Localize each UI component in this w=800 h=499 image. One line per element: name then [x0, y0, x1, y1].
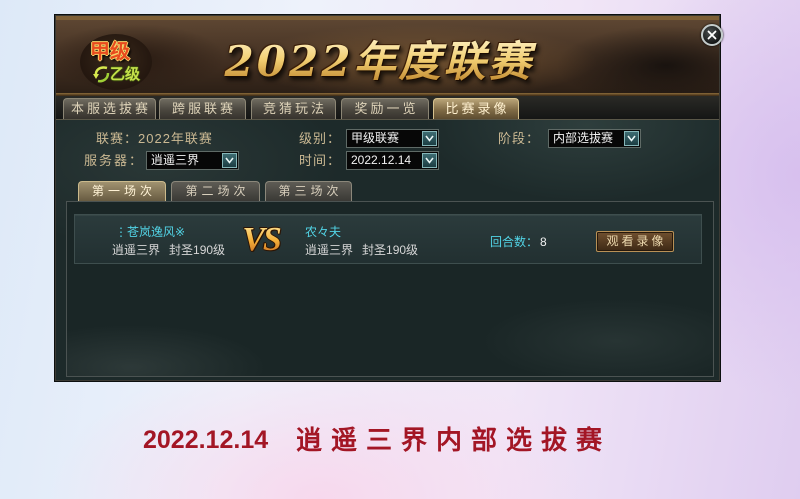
- level-dropdown-toggle[interactable]: [422, 131, 437, 146]
- league-info: 联赛：2022年联赛: [96, 129, 213, 148]
- level-dropdown-value: 甲级联赛: [351, 131, 400, 145]
- match-list: ⋮苍岚逸风※ 逍遥三界 封圣190级 VS 农々夫 逍遥三界 封圣190级 回合数：…: [66, 201, 714, 377]
- round-count-label: 回合数：: [490, 235, 539, 249]
- league-window: 甲级 乙级 2022年度联赛 本服选拔赛 跨服联赛 竞猜玩法 奖励一览 比赛录像…: [55, 15, 723, 381]
- player2-rank: 封圣190级: [362, 243, 419, 257]
- tab-rewards[interactable]: 奖励一览: [341, 98, 429, 119]
- logo-tier-b: 乙级: [110, 66, 141, 83]
- tab-betting[interactable]: 竞猜玩法: [251, 98, 336, 119]
- player2-name: 农々夫: [305, 225, 342, 239]
- vs-emblem: VS: [238, 220, 284, 260]
- level-label: 级别：: [299, 131, 342, 146]
- player1-rank: 封圣190级: [169, 243, 226, 257]
- chevron-down-icon: [425, 157, 434, 164]
- server-dropdown-value: 逍遥三界: [151, 153, 200, 167]
- player2-server: 逍遥三界: [305, 243, 354, 257]
- stage-label: 阶段：: [498, 131, 541, 146]
- round-count-value: 8: [540, 235, 547, 249]
- close-button[interactable]: [701, 24, 723, 46]
- server-dropdown[interactable]: 逍遥三界: [146, 151, 239, 170]
- chevron-down-icon: [627, 135, 636, 142]
- round-count: 回合数： 8: [490, 234, 547, 250]
- chevron-down-icon: [225, 157, 234, 164]
- caption: 2022.12.14 逍遥三界内部选拔赛: [143, 424, 623, 456]
- stage-dropdown-value: 内部选拔赛: [553, 131, 614, 145]
- server-label: 服务器：: [84, 153, 145, 168]
- tab-local-selection[interactable]: 本服选拔赛: [63, 98, 156, 119]
- page-title: 2022年度联赛: [214, 36, 544, 88]
- match-row: ⋮苍岚逸风※ 逍遥三界 封圣190级 VS 农々夫 逍遥三界 封圣190级 回合数：…: [74, 214, 702, 264]
- player2-info: 逍遥三界 封圣190级: [305, 242, 418, 258]
- league-logo: 甲级 乙级: [76, 30, 158, 94]
- level-dropdown[interactable]: 甲级联赛: [346, 129, 439, 148]
- time-dropdown-value: 2022.12.14: [351, 153, 412, 167]
- stage-dropdown[interactable]: 内部选拔赛: [548, 129, 641, 148]
- tab-session-1[interactable]: 第一场次: [78, 181, 166, 201]
- time-dropdown-toggle[interactable]: [422, 153, 437, 168]
- stage-dropdown-toggle[interactable]: [624, 131, 639, 146]
- banner: 甲级 乙级 2022年度联赛: [56, 16, 719, 96]
- logo-tier-a: 甲级: [90, 41, 130, 63]
- tab-cross-server-league[interactable]: 跨服联赛: [159, 98, 246, 119]
- swap-arrow-icon: [92, 64, 112, 84]
- player1-server: 逍遥三界: [112, 243, 161, 257]
- caption-date: 2022.12.14: [143, 426, 269, 454]
- watch-replay-button[interactable]: 观看录像: [596, 231, 674, 252]
- tab-match-replays[interactable]: 比赛录像: [433, 98, 519, 119]
- server-dropdown-toggle[interactable]: [222, 153, 237, 168]
- time-label: 时间：: [299, 153, 342, 168]
- caption-title: 逍遥三界内部选拔赛: [296, 425, 612, 455]
- tab-bar: 本服选拔赛 跨服联赛 竞猜玩法 奖励一览 比赛录像: [56, 96, 719, 120]
- player1-info: 逍遥三界 封圣190级: [112, 242, 225, 258]
- time-dropdown[interactable]: 2022.12.14: [346, 151, 439, 170]
- tab-session-2[interactable]: 第二场次: [171, 181, 260, 201]
- league-value: 2022年联赛: [138, 131, 213, 146]
- chevron-down-icon: [425, 135, 434, 142]
- close-icon: [707, 30, 717, 40]
- player1-name: ⋮苍岚逸风※: [115, 225, 186, 239]
- tab-session-3[interactable]: 第三场次: [265, 181, 352, 201]
- league-label: 联赛：: [96, 131, 139, 146]
